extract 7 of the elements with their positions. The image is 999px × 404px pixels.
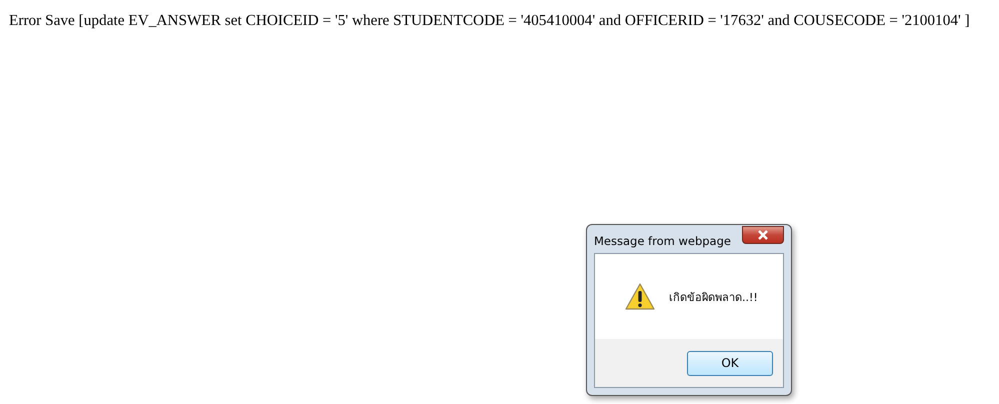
error-message: Error Save [update EV_ANSWER set CHOICEID = '5' where STUDENTCODE = '405410004' and OFFICERID = '17632' and COUSECODE = '2100104' ] xyxy=(9,12,970,30)
ok-button[interactable]: OK xyxy=(687,350,773,376)
warning-icon xyxy=(625,283,655,310)
dialog-message: เกิดข้อผิดพลาด..!! xyxy=(669,290,758,306)
dialog-title: Message from webpage xyxy=(594,234,731,248)
close-button[interactable] xyxy=(742,226,784,244)
close-icon xyxy=(757,230,769,240)
